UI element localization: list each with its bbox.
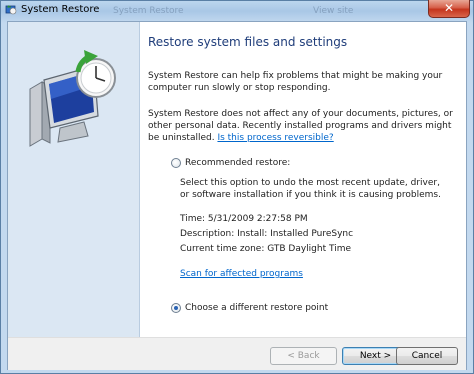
recommended-description: Select this option to undo the most rece… [180,178,441,200]
recommended-restore-radio[interactable] [171,158,181,168]
different-restore-point-label[interactable]: Choose a different restore point [185,303,328,313]
back-button[interactable]: < Back [270,347,337,365]
window-title: System Restore [21,4,100,15]
different-restore-point-radio[interactable] [171,303,181,313]
background-ghost-link: View site [313,6,354,16]
reversible-link[interactable]: Is this process reversible? [217,133,333,143]
scan-affected-programs-link[interactable]: Scan for affected programs [180,268,450,280]
side-panel [8,22,140,337]
computer-clock-restore-icon [29,50,116,147]
system-restore-window: System Restore System Restore View site … [0,0,474,374]
info-paragraph: System Restore does not affect any of yo… [148,108,453,144]
close-icon: ✕ [443,1,455,15]
restore-time: Time: 5/31/2009 2:27:58 PM [180,214,308,224]
cancel-button[interactable]: Cancel [396,347,458,365]
restore-description: Description: Install: Installed PureSync [180,229,354,239]
system-restore-icon [5,5,17,15]
close-button[interactable]: ✕ [428,0,470,18]
current-timezone: Current time zone: GTB Daylight Time [180,244,352,254]
title-bar[interactable]: System Restore System Restore View site … [1,0,473,21]
wizard-footer: < Back Next > Cancel [8,337,466,370]
recommended-restore-label[interactable]: Recommended restore: [185,158,290,168]
intro-text: System Restore can help fix problems tha… [148,71,443,93]
background-ghost-text: System Restore [113,6,184,16]
wizard-body: Restore system files and settings System… [7,21,467,370]
page-title: Restore system files and settings [148,35,348,49]
